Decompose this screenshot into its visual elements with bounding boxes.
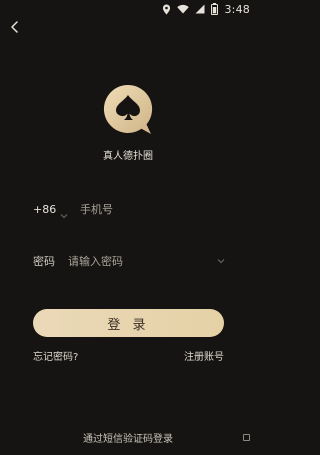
forgot-password-link[interactable]: 忘记密码?: [33, 348, 78, 363]
chevron-down-icon[interactable]: [60, 205, 68, 219]
spade-chat-bubble-logo: [103, 84, 153, 134]
password-visibility-toggle-icon[interactable]: [217, 256, 225, 266]
status-time: 3:48: [224, 2, 250, 16]
password-label: 密码: [33, 255, 55, 268]
app-logo: [101, 82, 156, 137]
corner-square-icon: [243, 434, 250, 441]
phone-input[interactable]: [80, 202, 225, 216]
sms-login-link[interactable]: 通过短信验证码登录: [0, 430, 256, 445]
app-name: 真人德扑圈: [103, 151, 153, 162]
phone-row: +86: [33, 196, 225, 222]
signal-icon: [195, 4, 205, 14]
wifi-icon: [177, 4, 190, 14]
status-bar: 3:48: [0, 0, 256, 18]
register-link[interactable]: 注册账号: [184, 348, 224, 363]
country-code-selector[interactable]: +86: [33, 203, 58, 216]
back-arrow-icon: [10, 18, 20, 37]
login-button[interactable]: 登 录: [33, 309, 224, 337]
password-input[interactable]: [68, 254, 213, 268]
location-icon: [162, 4, 171, 15]
back-button[interactable]: [6, 18, 24, 36]
battery-icon: [211, 3, 219, 15]
password-row: 密码: [33, 248, 225, 274]
